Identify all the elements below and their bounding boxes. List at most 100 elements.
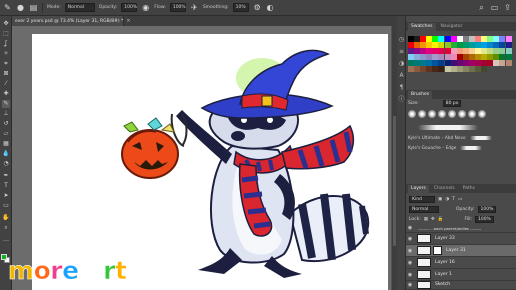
smoothing-input[interactable]: 10% — [232, 3, 249, 12]
history-brush-icon[interactable]: ↺ — [2, 120, 10, 128]
color-swatch[interactable] — [438, 42, 445, 49]
pressure-icon[interactable]: ◉ — [141, 3, 150, 12]
document-tab[interactable]: ever 2 years.psd @ 73.4% (Layer 31, RGB/… — [12, 16, 131, 26]
color-swatch[interactable] — [420, 48, 427, 55]
color-swatch[interactable] — [481, 66, 488, 73]
color-swatch[interactable] — [493, 36, 500, 42]
color-swatch[interactable] — [481, 42, 488, 49]
brush-tip[interactable] — [468, 110, 476, 118]
color-swatch[interactable] — [420, 60, 427, 67]
color-swatch[interactable] — [414, 36, 421, 42]
hand-tool-icon[interactable]: ✋ — [2, 214, 10, 222]
color-swatch[interactable] — [414, 60, 421, 67]
blend-mode-select[interactable]: Normal — [409, 205, 439, 213]
marquee-tool-icon[interactable]: ⬚ — [2, 30, 10, 38]
eraser-tool-icon[interactable]: ▱ — [2, 130, 10, 138]
color-swatch[interactable] — [444, 36, 451, 42]
brush-tool-icon[interactable]: ✎ — [3, 3, 12, 12]
tab-brushes[interactable]: Brushes — [408, 91, 433, 99]
info-icon[interactable]: ⓘ — [398, 96, 405, 103]
color-swatch[interactable] — [505, 42, 512, 49]
character-icon[interactable]: A — [398, 72, 405, 79]
brush-tip[interactable] — [438, 110, 446, 118]
history-icon[interactable]: ◷ — [398, 36, 405, 43]
color-swatch[interactable] — [432, 60, 439, 67]
color-swatch[interactable] — [432, 66, 439, 73]
color-swatch[interactable] — [505, 54, 512, 61]
color-swatch[interactable] — [493, 54, 500, 61]
brush-tip[interactable] — [448, 110, 456, 118]
color-swatch[interactable] — [420, 36, 427, 42]
color-swatch[interactable] — [414, 54, 421, 61]
shape-tool-icon[interactable]: ▭ — [2, 202, 10, 210]
gradient-tool-icon[interactable]: ▦ — [2, 140, 10, 148]
color-swatch[interactable] — [420, 42, 427, 49]
color-swatch[interactable] — [450, 48, 457, 55]
color-swatch[interactable] — [450, 36, 457, 42]
color-swatch[interactable] — [414, 42, 421, 49]
color-swatch[interactable] — [487, 42, 494, 49]
color-swatch[interactable] — [475, 42, 482, 49]
color-swatch[interactable] — [408, 54, 414, 61]
color-swatch[interactable] — [438, 60, 445, 67]
close-document-icon[interactable]: × — [126, 18, 130, 24]
color-swatch[interactable] — [481, 60, 488, 67]
color-swatch[interactable] — [481, 48, 488, 55]
visibility-eye-icon[interactable]: ◉ — [406, 260, 414, 266]
paragraph-icon[interactable]: ¶ — [398, 84, 405, 91]
color-swatch[interactable] — [499, 42, 506, 49]
layer-row[interactable]: ◉ Layer 33 — [406, 233, 516, 245]
visibility-eye-icon[interactable]: ◉ — [406, 272, 414, 278]
color-swatch[interactable] — [426, 36, 433, 42]
color-swatch[interactable] — [444, 42, 451, 49]
color-swatch[interactable] — [468, 42, 475, 49]
filter-shape-icon[interactable]: ▭ — [458, 197, 462, 202]
color-swatch[interactable] — [499, 36, 506, 42]
pen-tool-icon[interactable]: ✒ — [2, 172, 10, 180]
flow-input[interactable]: 100% — [169, 3, 186, 12]
brush-tip[interactable] — [418, 110, 426, 118]
color-swatch[interactable] — [487, 54, 494, 61]
brush-tip[interactable] — [458, 110, 466, 118]
settings-icon[interactable]: ⚙ — [253, 3, 262, 12]
color-swatch[interactable] — [450, 54, 457, 61]
search-icon[interactable]: ⌕ — [477, 3, 486, 12]
color-swatch[interactable] — [493, 42, 500, 49]
color-swatch[interactable] — [505, 60, 512, 67]
zoom-tool-icon[interactable]: ⌕ — [2, 224, 10, 232]
layer-opacity-input[interactable]: 100% — [477, 205, 497, 213]
color-swatch[interactable] — [444, 54, 451, 61]
tab-navigator[interactable]: Navigator — [438, 23, 466, 31]
color-swatch[interactable] — [414, 66, 421, 73]
color-swatch[interactable] — [481, 54, 488, 61]
foreground-color-swatch[interactable] — [1, 254, 7, 260]
color-swatch[interactable] — [444, 48, 451, 55]
color-swatch[interactable] — [408, 36, 414, 42]
color-swatch[interactable] — [426, 60, 433, 67]
share-icon[interactable]: ⇪ — [503, 3, 512, 12]
properties-icon[interactable]: ≡ — [398, 48, 405, 55]
color-swatch[interactable] — [456, 42, 463, 49]
filter-pixel-icon[interactable]: ▣ — [438, 197, 442, 202]
color-swatch[interactable] — [468, 60, 475, 67]
opacity-input[interactable]: 100% — [121, 3, 138, 12]
toggle-brush-panel-icon[interactable]: ▤ — [29, 3, 38, 12]
filter-type-icon[interactable]: T — [452, 197, 455, 202]
color-swatch[interactable] — [438, 54, 445, 61]
color-swatch[interactable] — [487, 60, 494, 67]
tab-paths[interactable]: Paths — [460, 185, 478, 193]
scrollbar-thumb[interactable] — [393, 116, 396, 246]
color-swatch[interactable] — [444, 60, 451, 67]
color-swatch[interactable] — [426, 42, 433, 49]
color-swatch[interactable] — [432, 54, 439, 61]
color-swatch[interactable] — [456, 66, 463, 73]
color-swatch[interactable] — [450, 60, 457, 67]
color-swatch[interactable] — [456, 60, 463, 67]
color-swatch[interactable] — [408, 60, 414, 67]
visibility-eye-icon[interactable]: ◉ — [406, 225, 414, 231]
color-swatch[interactable] — [408, 48, 414, 55]
color-swatch[interactable] — [499, 54, 506, 61]
brush-tool-icon[interactable]: ✎ — [2, 100, 10, 108]
color-swatch[interactable] — [432, 42, 439, 49]
color-swatch[interactable] — [475, 66, 482, 73]
